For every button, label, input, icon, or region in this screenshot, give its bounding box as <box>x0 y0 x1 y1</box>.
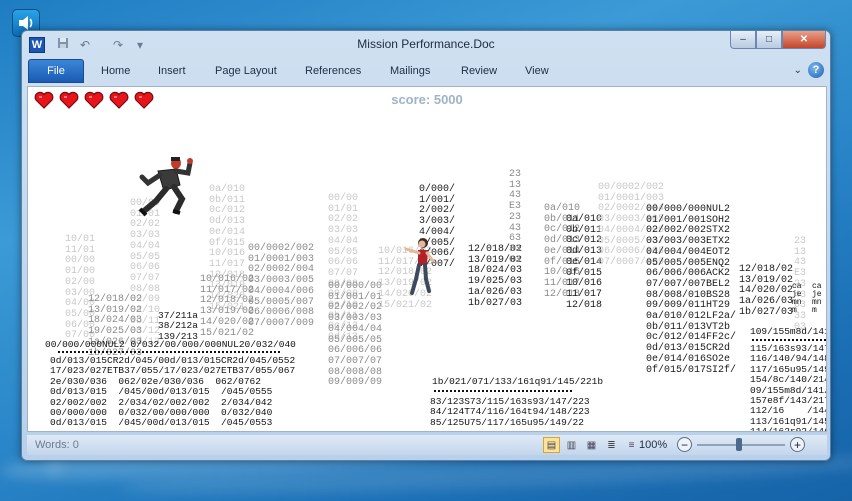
dotted-platform <box>434 390 574 392</box>
code-column: 00/0002/002 01/0001/003 02/0002/004 03/0… <box>248 243 315 329</box>
code-block: ca je mn m <box>812 282 822 315</box>
code-block: ca je mn m <box>792 282 802 315</box>
status-bar: Words: 0 ▤ ▥ ▦ ≣ ≡ 100% − + <box>27 435 827 455</box>
code-block: 00/000/000NUL2 0/032/00/000/000NUL20/032… <box>45 339 296 350</box>
maximize-button[interactable]: □ <box>756 31 782 49</box>
code-block: 115/163s93/147/2 116/140/94/148/2 117/16… <box>750 343 827 432</box>
zoom-slider-handle[interactable] <box>736 438 742 451</box>
tab-home[interactable]: Home <box>101 65 130 77</box>
code-column: 12/018/02 13/019/02 14/020/02 1a/026/03 … <box>739 264 794 318</box>
tab-references[interactable]: References <box>305 65 361 77</box>
dotted-platform <box>752 339 826 341</box>
code-block: 0d/013/015CR2d/045/00d/013/015CR2d/045/0… <box>50 355 296 429</box>
enemy-character <box>404 238 435 295</box>
tab-file[interactable]: File <box>28 59 84 83</box>
code-block: 83/123S73/115/163s93/147/223 84/124T74/1… <box>430 396 590 428</box>
help-icon[interactable]: ? <box>808 62 824 78</box>
tab-mailings[interactable]: Mailings <box>390 65 430 77</box>
title-bar: W ↶ ↷ ▾ Mission Performance.Doc – □ ✕ <box>22 31 830 57</box>
full-screen-reading-view-icon[interactable]: ▥ <box>563 437 580 453</box>
code-block: 37/211a 38/212a 139/213 <box>158 310 198 342</box>
print-layout-view-icon[interactable]: ▤ <box>543 437 560 453</box>
document-game-area[interactable]: score: 5000 10/01 11/01 00/00 01/00 02/0… <box>27 86 827 432</box>
code-column: 23 13 43 E3 23 43 63 33 03 <box>509 169 522 266</box>
speaker-icon <box>19 16 33 30</box>
dotted-platform <box>58 351 280 353</box>
tab-page-layout[interactable]: Page Layout <box>215 65 277 77</box>
outline-view-icon[interactable]: ≣ <box>603 437 620 453</box>
tab-insert[interactable]: Insert <box>158 65 186 77</box>
score-display: score: 5000 <box>391 92 463 107</box>
word-count[interactable]: Words: 0 <box>35 439 79 451</box>
code-block: 1b/021/071/133/161q91/145/221b <box>432 376 604 387</box>
player-character <box>138 157 193 217</box>
tab-view[interactable]: View <box>525 65 549 77</box>
tab-review[interactable]: Review <box>461 65 497 77</box>
zoom-in-button[interactable]: + <box>790 437 805 452</box>
code-block: 109/155m8d/141/2 <box>750 326 826 337</box>
window-title: Mission Performance.Doc <box>357 37 495 51</box>
word-window: W ↶ ↷ ▾ Mission Performance.Doc – □ ✕ Fi… <box>21 30 831 461</box>
web-layout-view-icon[interactable]: ▦ <box>583 437 600 453</box>
close-button[interactable]: ✕ <box>782 31 826 49</box>
ribbon-minimize-chevron-icon[interactable]: ⌄ <box>794 65 802 76</box>
zoom-out-button[interactable]: − <box>677 437 692 452</box>
code-column: 0a/010 0b/011 0c/012 0d/013 0e/014 0f/01… <box>566 214 603 311</box>
draft-view-icon[interactable]: ≡ <box>623 437 640 453</box>
minimize-button[interactable]: – <box>730 31 756 49</box>
code-column: 00/000/00 01/001/01 02/002/02 03/003/03 … <box>328 281 383 389</box>
ribbon-tabs: File Home Insert Page Layout References … <box>22 57 830 83</box>
zoom-level[interactable]: 100% <box>639 439 667 451</box>
code-column: 00/000/000NUL2 01/001/001SOH2 02/002/002… <box>646 204 737 376</box>
code-column: 10/016/02 11/017/02 12/018/02 13/019/02 … <box>200 274 255 339</box>
